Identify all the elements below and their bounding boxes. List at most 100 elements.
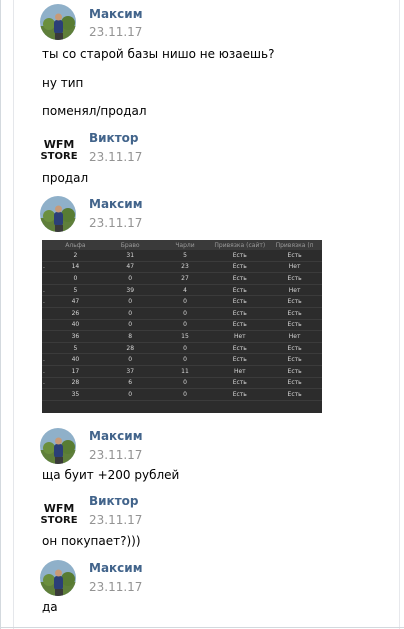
table-cell: 23 — [157, 261, 213, 274]
table-cell: 6 — [102, 377, 158, 390]
message-date[interactable]: 23.11.17 — [89, 580, 142, 594]
message-date[interactable]: 23.11.17 — [89, 448, 142, 462]
maxim-avatar-icon — [40, 428, 76, 464]
table-cell: 2 — [48, 250, 103, 262]
author-name[interactable]: Максим — [89, 7, 143, 21]
message-date[interactable]: 23.11.17 — [89, 216, 142, 230]
table-cell: 8 — [102, 330, 158, 343]
author-name[interactable]: Виктор — [89, 494, 139, 508]
left-border — [0, 0, 1, 629]
logo-line-1: WFM — [44, 502, 75, 515]
table-cell: Есть — [267, 250, 322, 262]
table-row: . 40 0 0 Есть Есть — [42, 353, 322, 366]
message-text: ща буит +200 рублей — [42, 468, 180, 482]
table-cell: 0 — [157, 307, 213, 320]
table-cell: 11 — [157, 365, 213, 378]
table-cell: Есть — [212, 353, 268, 366]
message-text: да — [42, 600, 58, 614]
table-cell: 0 — [157, 353, 213, 366]
table-cell: Есть — [212, 377, 268, 390]
avatar[interactable] — [40, 196, 76, 232]
logo-line-2: STORE — [40, 151, 77, 162]
table-cell: 26 — [48, 307, 103, 320]
table-header-cell: Привязка (п — [267, 240, 322, 250]
author-name[interactable]: Максим — [89, 561, 143, 575]
table-header-cell: Привязка (сайт) — [212, 240, 268, 250]
message-date[interactable]: 23.11.17 — [89, 513, 142, 527]
table-row: 40 0 0 Есть Есть — [42, 319, 322, 332]
message-text: ты со старой базы нишо не юзаешь? — [42, 47, 275, 61]
table-cell: Есть — [212, 295, 268, 308]
table-header-cell: Браво — [102, 240, 158, 250]
logo-line-1: WFM — [44, 138, 75, 151]
table-cell: 0 — [157, 388, 213, 401]
table-cell: Есть — [267, 295, 322, 308]
table-row: . 28 6 0 Есть Есть — [42, 377, 322, 390]
table-cell: Есть — [267, 272, 322, 285]
avatar[interactable] — [40, 560, 76, 596]
attached-photo[interactable]: Альфа Браво Чарли Привязка (сайт) Привязка (… — [42, 240, 322, 413]
table-cell: 36 — [48, 330, 103, 343]
table-row: 2 31 5 Есть Есть — [42, 250, 322, 262]
table-cell: Есть — [212, 388, 268, 401]
logo-line-2: STORE — [40, 515, 77, 526]
wfm-store-logo-icon: WFM STORE — [40, 495, 78, 531]
table-cell: 0 — [157, 342, 213, 355]
table-cell: 0 — [102, 295, 158, 308]
table-cell: 14 — [48, 261, 103, 274]
avatar[interactable] — [40, 4, 76, 40]
table-cell: 5 — [157, 250, 213, 262]
bottom-border — [0, 627, 404, 628]
message-date[interactable]: 23.11.17 — [89, 25, 142, 39]
author-name[interactable]: Виктор — [89, 131, 139, 145]
table-cell: 47 — [48, 295, 103, 308]
table-row: 0 0 27 Есть Есть — [42, 272, 322, 285]
table-cell: 0 — [102, 307, 158, 320]
table-cell: 17 — [48, 365, 103, 378]
table-cell: Есть — [212, 272, 268, 285]
table-cell: 4 — [157, 284, 213, 297]
table-row: . 14 47 23 Есть Нет — [42, 261, 322, 274]
table-cell: Нет — [267, 330, 322, 343]
wfm-store-logo-icon: WFM STORE — [40, 131, 78, 167]
author-name[interactable]: Максим — [89, 197, 143, 211]
table-cell: Нет — [212, 365, 268, 378]
maxim-avatar-icon — [40, 196, 76, 232]
table-cell: 0 — [102, 353, 158, 366]
maxim-avatar-icon — [40, 560, 76, 596]
avatar[interactable]: WFM STORE — [40, 131, 78, 167]
table-cell: 15 — [157, 330, 213, 343]
table-cell: 0 — [48, 272, 103, 285]
table-cell: 0 — [102, 388, 158, 401]
table-header-cell: Чарли — [157, 240, 213, 250]
table-cell: 27 — [157, 272, 213, 285]
table-row: 26 0 0 Есть Есть — [42, 307, 322, 320]
table-cell: 0 — [102, 272, 158, 285]
table-cell: Есть — [267, 307, 322, 320]
table-cell: Есть — [212, 250, 268, 262]
avatar[interactable] — [40, 428, 76, 464]
table-row: . 17 37 11 Нет Есть — [42, 365, 322, 378]
table-cell: Есть — [267, 353, 322, 366]
table-cell: 5 — [48, 342, 103, 355]
message-text: поменял/продал — [42, 104, 147, 118]
author-name[interactable]: Максим — [89, 429, 143, 443]
table-cell: Есть — [267, 365, 322, 378]
maxim-avatar-icon — [40, 4, 76, 40]
message-text: продал — [42, 171, 89, 185]
table-cell: Есть — [212, 284, 268, 297]
table-row: . 47 0 0 Есть Есть — [42, 295, 322, 308]
table-cell: 39 — [102, 284, 158, 297]
table-cell: 40 — [48, 353, 103, 366]
table-row: . 5 39 4 Есть Нет — [42, 284, 322, 297]
table-cell: 47 — [102, 261, 158, 274]
table-cell: Есть — [212, 261, 268, 274]
table-cell: Есть — [212, 307, 268, 320]
message-date[interactable]: 23.11.17 — [89, 150, 142, 164]
photo-stats-table: Альфа Браво Чарли Привязка (сайт) Привязка (… — [42, 240, 322, 401]
table-row: 35 0 0 Есть Есть — [42, 388, 322, 401]
avatar[interactable]: WFM STORE — [40, 495, 78, 531]
table-cell: Нет — [267, 284, 322, 297]
table-cell: Есть — [267, 377, 322, 390]
message-text: он покупает?))) — [42, 534, 141, 548]
